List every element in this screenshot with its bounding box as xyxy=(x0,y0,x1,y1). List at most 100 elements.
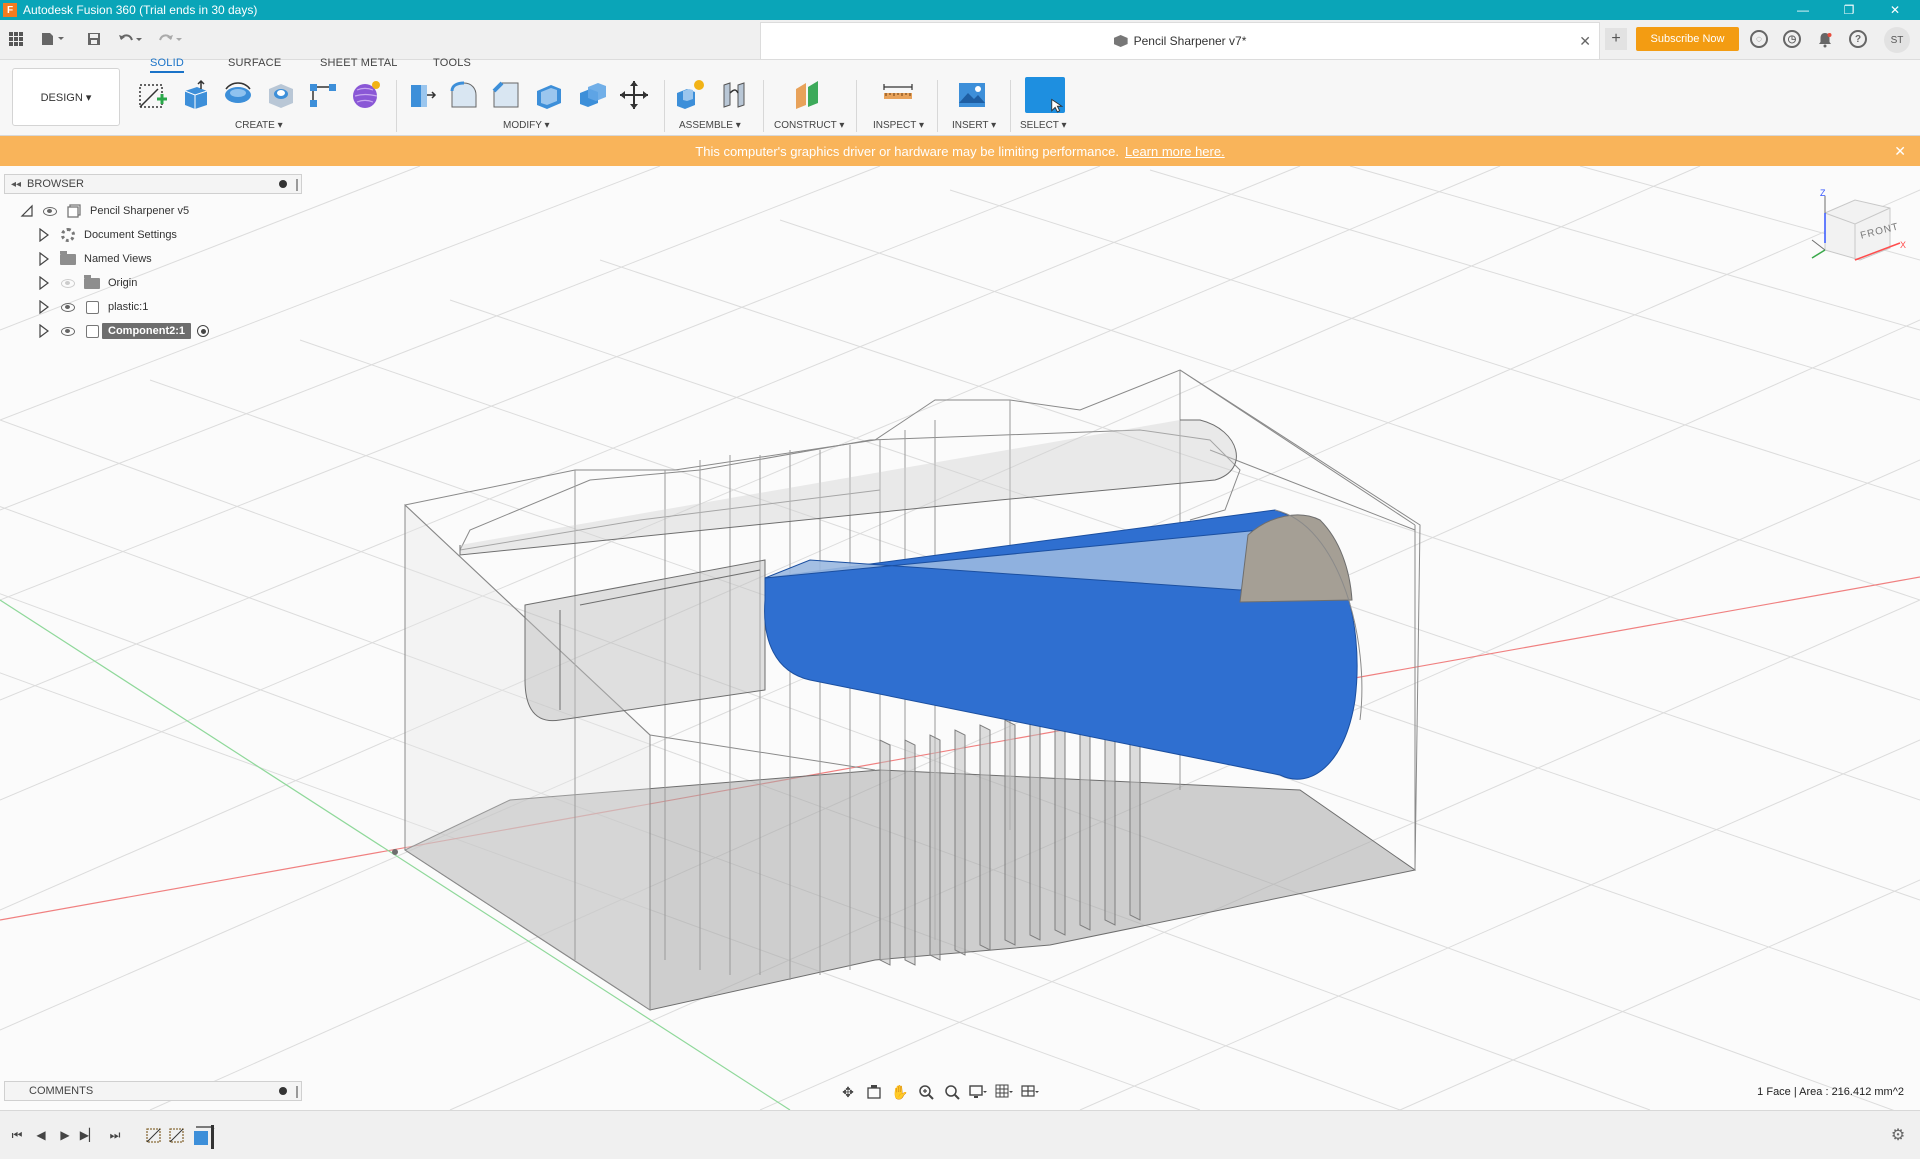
expand-triangle-icon[interactable] xyxy=(38,252,50,266)
view-cube[interactable]: FRONT Z X xyxy=(1810,188,1910,278)
tab-tools[interactable]: TOOLS xyxy=(433,57,471,73)
step-forward-icon[interactable]: ▶▏ xyxy=(80,1126,98,1144)
browser-options-icon[interactable] xyxy=(279,180,287,188)
notifications-bell-icon[interactable] xyxy=(1814,29,1836,51)
file-menu-icon[interactable] xyxy=(38,28,68,50)
press-pull-icon[interactable] xyxy=(405,79,437,111)
expanded-triangle-icon[interactable] xyxy=(20,204,34,218)
visibility-eye-icon[interactable] xyxy=(60,299,76,315)
selection-status: 1 Face | Area : 216.412 mm^2 xyxy=(1757,1086,1904,1098)
expand-triangle-icon[interactable] xyxy=(38,300,50,314)
fillet-icon[interactable] xyxy=(448,79,480,111)
play-icon[interactable]: ▶ xyxy=(56,1126,74,1144)
timeline-settings-gear-icon[interactable]: ⚙ xyxy=(1888,1125,1908,1145)
job-status-clock-icon[interactable]: ◷ xyxy=(1783,30,1801,48)
pan-hand-icon[interactable]: ✋ xyxy=(890,1083,910,1101)
step-back-icon[interactable]: ◀ xyxy=(32,1126,50,1144)
timeline-feature-icon[interactable] xyxy=(192,1125,215,1149)
select-tool-icon[interactable] xyxy=(1025,77,1065,113)
undo-icon[interactable] xyxy=(116,28,146,50)
save-icon[interactable] xyxy=(84,28,104,50)
browser-item-label-selected[interactable]: Component2:1 xyxy=(102,323,191,339)
comments-panel-header[interactable]: COMMENTS xyxy=(4,1081,302,1101)
revolve-icon[interactable] xyxy=(222,79,254,111)
close-banner-button[interactable]: ✕ xyxy=(1894,143,1906,160)
joint-icon[interactable] xyxy=(718,79,750,111)
move-copy-icon[interactable] xyxy=(618,79,650,111)
browser-item-plastic[interactable]: plastic:1 xyxy=(38,297,148,317)
display-settings-icon[interactable] xyxy=(968,1083,988,1101)
hole-icon[interactable] xyxy=(265,79,297,111)
group-divider xyxy=(937,80,938,132)
tab-surface[interactable]: SURFACE xyxy=(228,57,281,73)
tab-sheet-metal[interactable]: SHEET METAL xyxy=(320,57,398,73)
create-form-icon[interactable] xyxy=(350,79,382,111)
comments-resize-handle[interactable] xyxy=(296,1086,298,1098)
help-icon[interactable]: ? xyxy=(1849,30,1867,48)
new-component-icon[interactable] xyxy=(673,79,705,111)
extrude-icon[interactable] xyxy=(179,79,211,111)
create-menu[interactable]: CREATE ▾ xyxy=(235,120,283,131)
go-to-start-icon[interactable]: ⏮ xyxy=(8,1126,26,1144)
expand-triangle-icon[interactable] xyxy=(38,324,50,338)
visibility-eye-icon[interactable] xyxy=(60,323,76,339)
close-window-button[interactable]: ✕ xyxy=(1872,0,1918,20)
combine-icon[interactable] xyxy=(576,79,608,111)
orbit-icon[interactable]: ✥ xyxy=(838,1083,858,1101)
fit-icon[interactable] xyxy=(942,1083,962,1101)
inspect-menu[interactable]: INSPECT ▾ xyxy=(873,120,924,131)
grid-snaps-icon[interactable] xyxy=(994,1083,1014,1101)
browser-item-document-settings[interactable]: Document Settings xyxy=(38,225,177,245)
insert-canvas-icon[interactable] xyxy=(956,79,988,111)
user-avatar[interactable]: ST xyxy=(1884,27,1910,53)
browser-item-named-views[interactable]: Named Views xyxy=(38,249,152,269)
browser-root-item[interactable]: Pencil Sharpener v5 xyxy=(20,201,189,221)
modify-menu[interactable]: MODIFY ▾ xyxy=(503,120,550,131)
construct-menu[interactable]: CONSTRUCT ▾ xyxy=(774,120,844,131)
assemble-menu[interactable]: ASSEMBLE ▾ xyxy=(679,120,741,131)
viewports-icon[interactable] xyxy=(1020,1083,1040,1101)
new-tab-button[interactable]: + xyxy=(1605,28,1627,50)
offset-plane-icon[interactable] xyxy=(792,79,824,111)
shell-icon[interactable] xyxy=(533,79,565,111)
close-document-button[interactable]: ✕ xyxy=(1579,33,1591,50)
learn-more-link[interactable]: Learn more here. xyxy=(1125,144,1225,159)
expand-triangle-icon[interactable] xyxy=(38,276,50,290)
component-cube-icon xyxy=(1113,35,1128,47)
go-to-end-icon[interactable]: ⏭ xyxy=(106,1126,124,1144)
data-panel-grid-icon[interactable] xyxy=(6,28,26,50)
measure-icon[interactable] xyxy=(882,79,914,111)
browser-item-origin[interactable]: Origin xyxy=(38,273,137,293)
expand-triangle-icon[interactable] xyxy=(38,228,50,242)
zoom-icon[interactable] xyxy=(916,1083,936,1101)
document-tab[interactable]: Pencil Sharpener v7* ✕ xyxy=(760,22,1600,59)
document-title: Pencil Sharpener v7* xyxy=(1133,34,1247,48)
browser-item-component2[interactable]: Component2:1 xyxy=(38,321,209,341)
origin-point-icon xyxy=(392,849,398,855)
workspace-switcher-button[interactable]: DESIGN ▾ xyxy=(12,68,120,126)
browser-panel-header[interactable]: ◂◂ BROWSER xyxy=(4,174,302,194)
minimize-button[interactable]: — xyxy=(1780,0,1826,20)
select-menu[interactable]: SELECT ▾ xyxy=(1020,120,1067,131)
tab-solid[interactable]: SOLID xyxy=(150,57,185,73)
pattern-icon[interactable] xyxy=(307,79,339,111)
activate-component-radio-icon[interactable] xyxy=(197,325,209,337)
create-sketch-icon[interactable] xyxy=(136,79,168,111)
visibility-eye-icon[interactable] xyxy=(42,203,58,219)
restore-button[interactable]: ❐ xyxy=(1826,0,1872,20)
comments-title: COMMENTS xyxy=(29,1085,94,1097)
chamfer-icon[interactable] xyxy=(490,79,522,111)
hidden-eye-icon[interactable] xyxy=(60,275,76,291)
extensions-icon[interactable]: ◌ xyxy=(1750,30,1768,48)
redo-icon[interactable] xyxy=(156,28,186,50)
comments-add-icon[interactable] xyxy=(279,1087,287,1095)
insert-menu[interactable]: INSERT ▾ xyxy=(952,120,996,131)
component-box-icon xyxy=(84,299,100,315)
timeline-sketch-feature-icon[interactable] xyxy=(145,1125,165,1145)
collapse-browser-icon[interactable]: ◂◂ xyxy=(11,179,21,190)
timeline-sketch-feature-icon[interactable] xyxy=(168,1125,188,1145)
subscribe-now-button[interactable]: Subscribe Now xyxy=(1636,27,1739,51)
browser-resize-handle[interactable] xyxy=(296,179,298,191)
look-at-icon[interactable] xyxy=(864,1083,884,1101)
browser-root-label: Pencil Sharpener v5 xyxy=(90,205,190,217)
